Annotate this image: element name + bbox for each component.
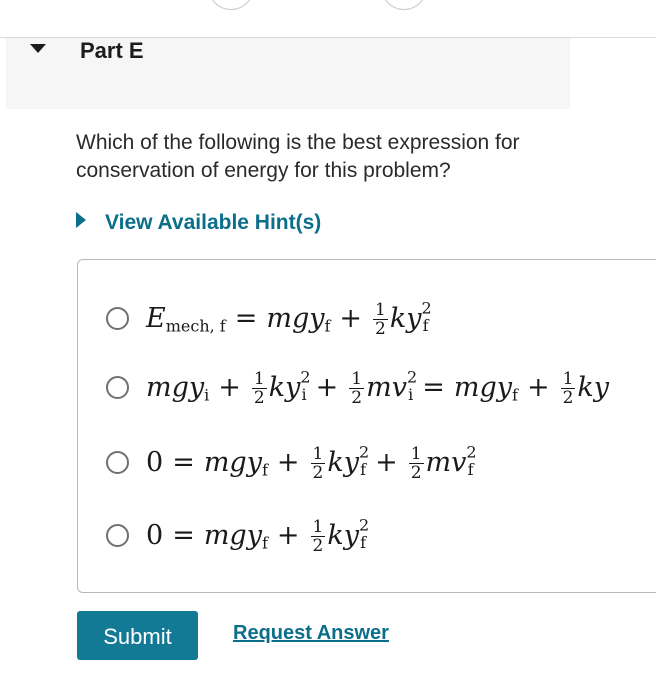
question-text: Which of the following is the best expre…: [76, 131, 520, 182]
option-expression: Emech, f = mgyf +1 2 ky2f: [146, 298, 432, 339]
circle-button-remnant: [381, 0, 427, 10]
request-answer-link[interactable]: Request Answer: [233, 622, 389, 645]
caret-right-icon[interactable]: [76, 212, 86, 228]
part-header[interactable]: Part E: [6, 38, 570, 109]
answer-options-box: Emech, f = mgyf +1 2 ky2f mgyi +1 2 ky2i +1 2 mv2i =…: [77, 259, 656, 593]
radio-button[interactable]: [106, 307, 129, 330]
view-hints-label[interactable]: View Available Hint(s): [105, 209, 321, 237]
radio-button[interactable]: [106, 376, 129, 399]
caret-down-icon[interactable]: [30, 44, 46, 53]
option-expression: mgyi +1 2 ky2i +1 2 mv2i = mgyf +1 2 ky: [146, 367, 610, 408]
option-expression: 0 = mgyf +1 2 ky2f: [146, 515, 370, 556]
previous-section-remnant: [0, 0, 656, 40]
radio-button[interactable]: [106, 451, 129, 474]
part-title: Part E: [80, 38, 144, 63]
submit-button[interactable]: Submit: [77, 611, 198, 660]
option-expression: 0 = mgyf +1 2 ky2f +1 2 mv2f: [146, 442, 477, 483]
circle-button-remnant: [208, 0, 254, 10]
radio-button[interactable]: [106, 524, 129, 547]
